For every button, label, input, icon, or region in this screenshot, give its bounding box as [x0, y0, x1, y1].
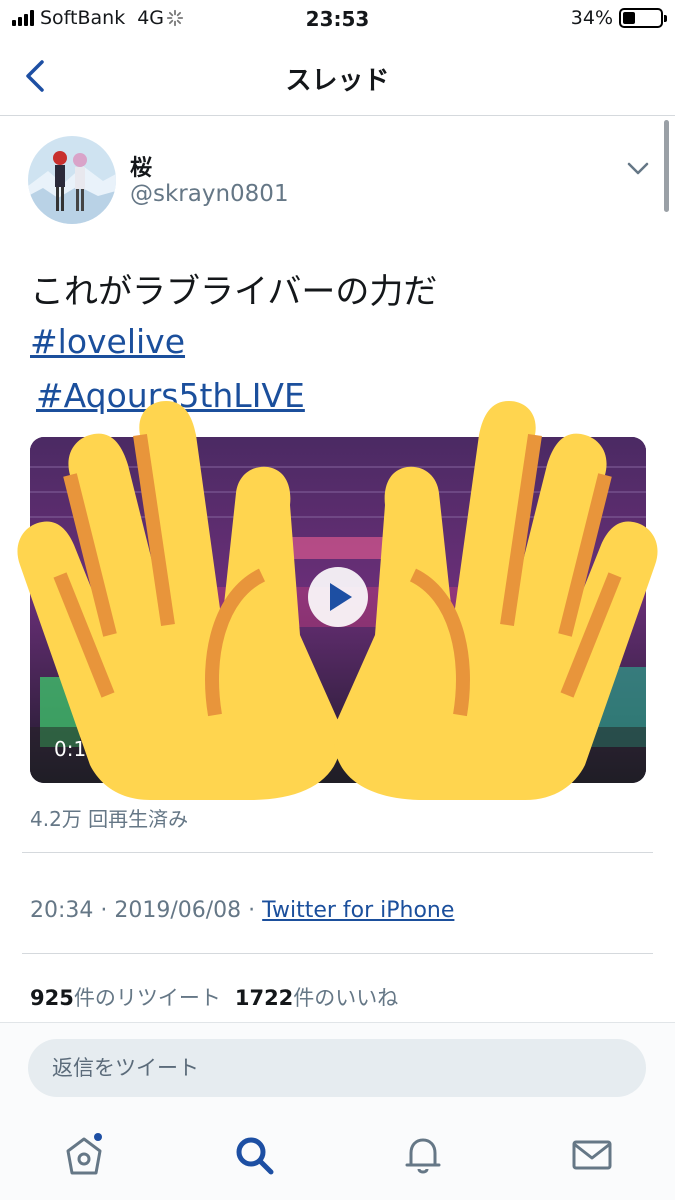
- avatar-image: [28, 136, 116, 224]
- bell-icon[interactable]: [401, 1133, 445, 1177]
- mail-icon[interactable]: [570, 1133, 614, 1177]
- status-right: 34%: [570, 7, 667, 29]
- battery-fill: [623, 12, 635, 24]
- tweet-meta: 20:34 · 2019/06/08 · Twitter for iPhone: [30, 898, 454, 923]
- page-title: スレッド: [285, 66, 390, 96]
- tweet-stats: 925件のリツイート 1722件のいいね: [30, 982, 398, 1012]
- like-stat[interactable]: 1722件のいいね: [235, 986, 398, 1010]
- nav-header: スレッド: [0, 38, 675, 116]
- view-count: 4.2万 回再生済み: [30, 807, 189, 831]
- divider: [22, 953, 653, 954]
- status-bar: SoftBank 4G 23:53 34%: [0, 0, 675, 38]
- chevron-down-icon[interactable]: [625, 158, 651, 178]
- battery-cap: [664, 15, 667, 22]
- author-name[interactable]: 桜: [130, 150, 152, 182]
- tweet-timestamp: 20:34 · 2019/06/08 ·: [30, 898, 263, 923]
- scrollbar[interactable]: [664, 120, 669, 212]
- like-count: 1722: [234, 986, 294, 1010]
- hashtag-link[interactable]: #lovelive: [30, 322, 185, 361]
- battery-percent: 34%: [570, 7, 613, 29]
- home-icon[interactable]: [62, 1133, 106, 1177]
- battery-icon: [619, 8, 667, 28]
- divider: [22, 852, 653, 853]
- reply-input[interactable]: 返信をツイート: [28, 1039, 646, 1097]
- retweet-stat[interactable]: 925件のリツイート: [30, 986, 221, 1010]
- like-label: 件のいいね: [293, 986, 399, 1010]
- retweet-label: 件のリツイート: [73, 986, 221, 1010]
- tweet-source-link[interactable]: Twitter for iPhone: [262, 898, 454, 923]
- author-handle[interactable]: @skrayn0801: [130, 181, 289, 207]
- tweet-text: これがラブライバーの力だ: [30, 272, 438, 312]
- search-icon[interactable]: [232, 1133, 276, 1177]
- avatar[interactable]: [28, 136, 116, 224]
- raising-hands-icon: [17, 401, 658, 800]
- retweet-count: 925: [30, 986, 74, 1010]
- reply-bar: 返信をツイート: [0, 1022, 675, 1200]
